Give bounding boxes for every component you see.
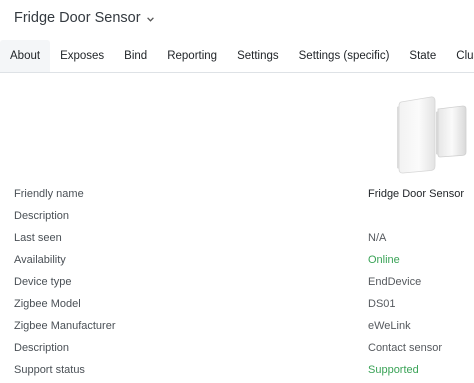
page-header: Fridge Door Sensor [0, 0, 474, 40]
property-label: Device type [14, 276, 72, 288]
device-selector[interactable]: Fridge Door Sensor [14, 10, 154, 26]
about-properties: Friendly name Fridge Door Sensor Descrip… [14, 185, 464, 383]
property-row-description-2: Description Contact sensor [14, 339, 464, 361]
property-label: Zigbee Manufacturer [14, 320, 116, 332]
property-row-zigbee-manufacturer: Zigbee Manufacturer eWeLink [14, 317, 464, 339]
property-value: Fridge Door Sensor [368, 188, 464, 200]
tab-reporting[interactable]: Reporting [157, 40, 227, 72]
property-value: DS01 [368, 298, 396, 310]
property-row-availability: Availability Online [14, 251, 464, 273]
chevron-down-icon [146, 16, 154, 22]
tab-bar: About Exposes Bind Reporting Settings Se… [0, 40, 474, 73]
tab-exposes[interactable]: Exposes [50, 40, 114, 72]
property-label: Last seen [14, 232, 62, 244]
property-row-last-seen: Last seen N/A [14, 229, 464, 251]
tab-bind[interactable]: Bind [114, 40, 157, 72]
property-label: Description [14, 342, 70, 354]
support-status: Supported [368, 364, 419, 376]
property-label: Zigbee Model [14, 298, 81, 310]
property-label: Friendly name [14, 188, 84, 200]
property-label: Support status [14, 364, 85, 376]
tab-clusters[interactable]: Clusters [446, 40, 474, 72]
property-value: EndDevice [368, 276, 422, 288]
tab-settings-specific[interactable]: Settings (specific) [289, 40, 400, 72]
property-label: Description [14, 210, 70, 222]
device-title: Fridge Door Sensor [14, 10, 141, 26]
property-value: eWeLink [368, 320, 411, 332]
tab-state[interactable]: State [399, 40, 446, 72]
tab-about[interactable]: About [0, 40, 51, 72]
availability-status: Online [368, 254, 400, 266]
property-label: Availability [14, 254, 66, 266]
property-value: N/A [368, 232, 387, 244]
device-image [397, 96, 467, 174]
property-row-zigbee-model: Zigbee Model DS01 [14, 295, 464, 317]
property-row-description: Description [14, 207, 464, 229]
property-row-support-status: Support status Supported [14, 361, 464, 383]
property-row-friendly-name: Friendly name Fridge Door Sensor [14, 185, 464, 207]
property-row-device-type: Device type EndDevice [14, 273, 464, 295]
property-value: Contact sensor [368, 342, 442, 354]
tab-settings[interactable]: Settings [227, 40, 289, 72]
